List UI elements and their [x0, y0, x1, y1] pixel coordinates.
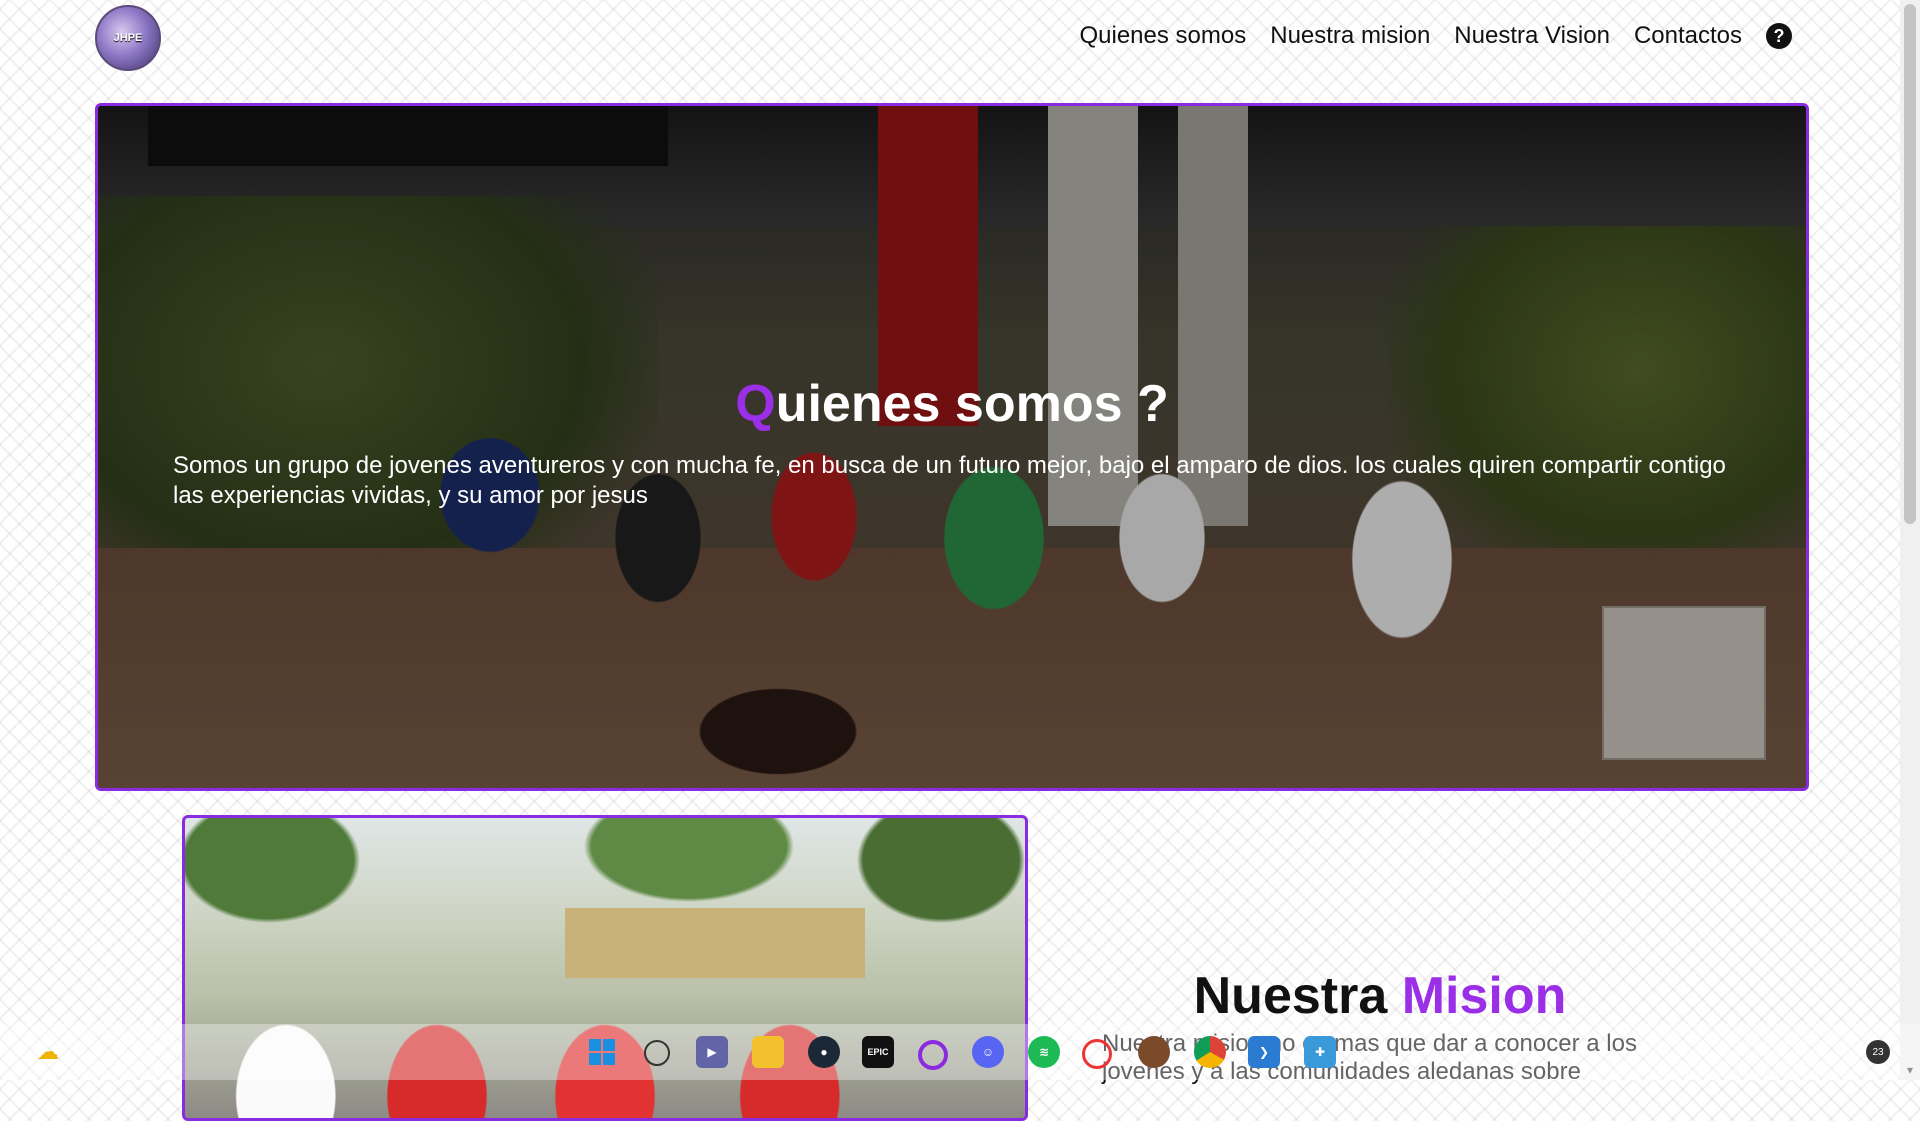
mision-title-main: Nuestra — [1193, 967, 1402, 1025]
epic-games-icon[interactable]: EPIC — [862, 1036, 894, 1068]
scrollbar-thumb[interactable] — [1904, 4, 1916, 524]
ring-app-icon[interactable] — [918, 1040, 948, 1070]
site-logo[interactable]: JHPE — [95, 5, 161, 71]
notification-badge[interactable]: 23 — [1866, 1040, 1890, 1064]
main-nav: Quienes somos Nuestra mision Nuestra Vis… — [1079, 22, 1792, 50]
page-scrollbar[interactable]: ▾ — [1900, 0, 1920, 1080]
search-icon[interactable] — [644, 1040, 670, 1066]
mision-title-accent: Mision — [1401, 967, 1567, 1025]
nav-item-contactos[interactable]: Contactos — [1634, 22, 1742, 50]
mision-title: Nuestra Mision — [1100, 966, 1660, 1026]
logo-text: JHPE — [113, 32, 143, 44]
hero-overlay — [98, 106, 1806, 788]
chrome-icon[interactable] — [1194, 1036, 1226, 1068]
steam-icon[interactable]: ● — [808, 1036, 840, 1068]
os-taskbar: ☁ ▶ ● EPIC ☺ ≋ ❯ ✚ 23 — [0, 1024, 1920, 1080]
user-app-icon[interactable] — [1138, 1036, 1170, 1068]
discord-icon[interactable]: ☺ — [972, 1036, 1004, 1068]
windows-start-icon[interactable] — [586, 1036, 618, 1068]
hero-description: Somos un grupo de jovenes aventureros y … — [173, 452, 1726, 509]
site-header: JHPE Quienes somos Nuestra mision Nuestr… — [0, 0, 1920, 80]
nav-item-nuestra-mision[interactable]: Nuestra mision — [1270, 22, 1430, 50]
help-icon[interactable]: ? — [1766, 23, 1792, 49]
hero-title: Quienes somos ? — [98, 374, 1806, 434]
hero-title-rest: uienes somos ? — [775, 375, 1169, 433]
spotify-icon[interactable]: ≋ — [1028, 1036, 1060, 1068]
app-icon[interactable]: ✚ — [1304, 1036, 1336, 1068]
file-explorer-icon[interactable] — [752, 1036, 784, 1068]
meet-icon[interactable]: ▶ — [696, 1036, 728, 1068]
weather-icon[interactable]: ☁ — [32, 1036, 64, 1068]
hero-title-accent: Q — [735, 375, 776, 433]
nav-item-nuestra-vision[interactable]: Nuestra Vision — [1454, 22, 1610, 50]
vscode-icon[interactable]: ❯ — [1248, 1036, 1280, 1068]
nav-item-quienes-somos[interactable]: Quienes somos — [1079, 22, 1246, 50]
opera-icon[interactable] — [1082, 1039, 1112, 1069]
hero-section: Quienes somos ? Somos un grupo de jovene… — [95, 103, 1809, 791]
